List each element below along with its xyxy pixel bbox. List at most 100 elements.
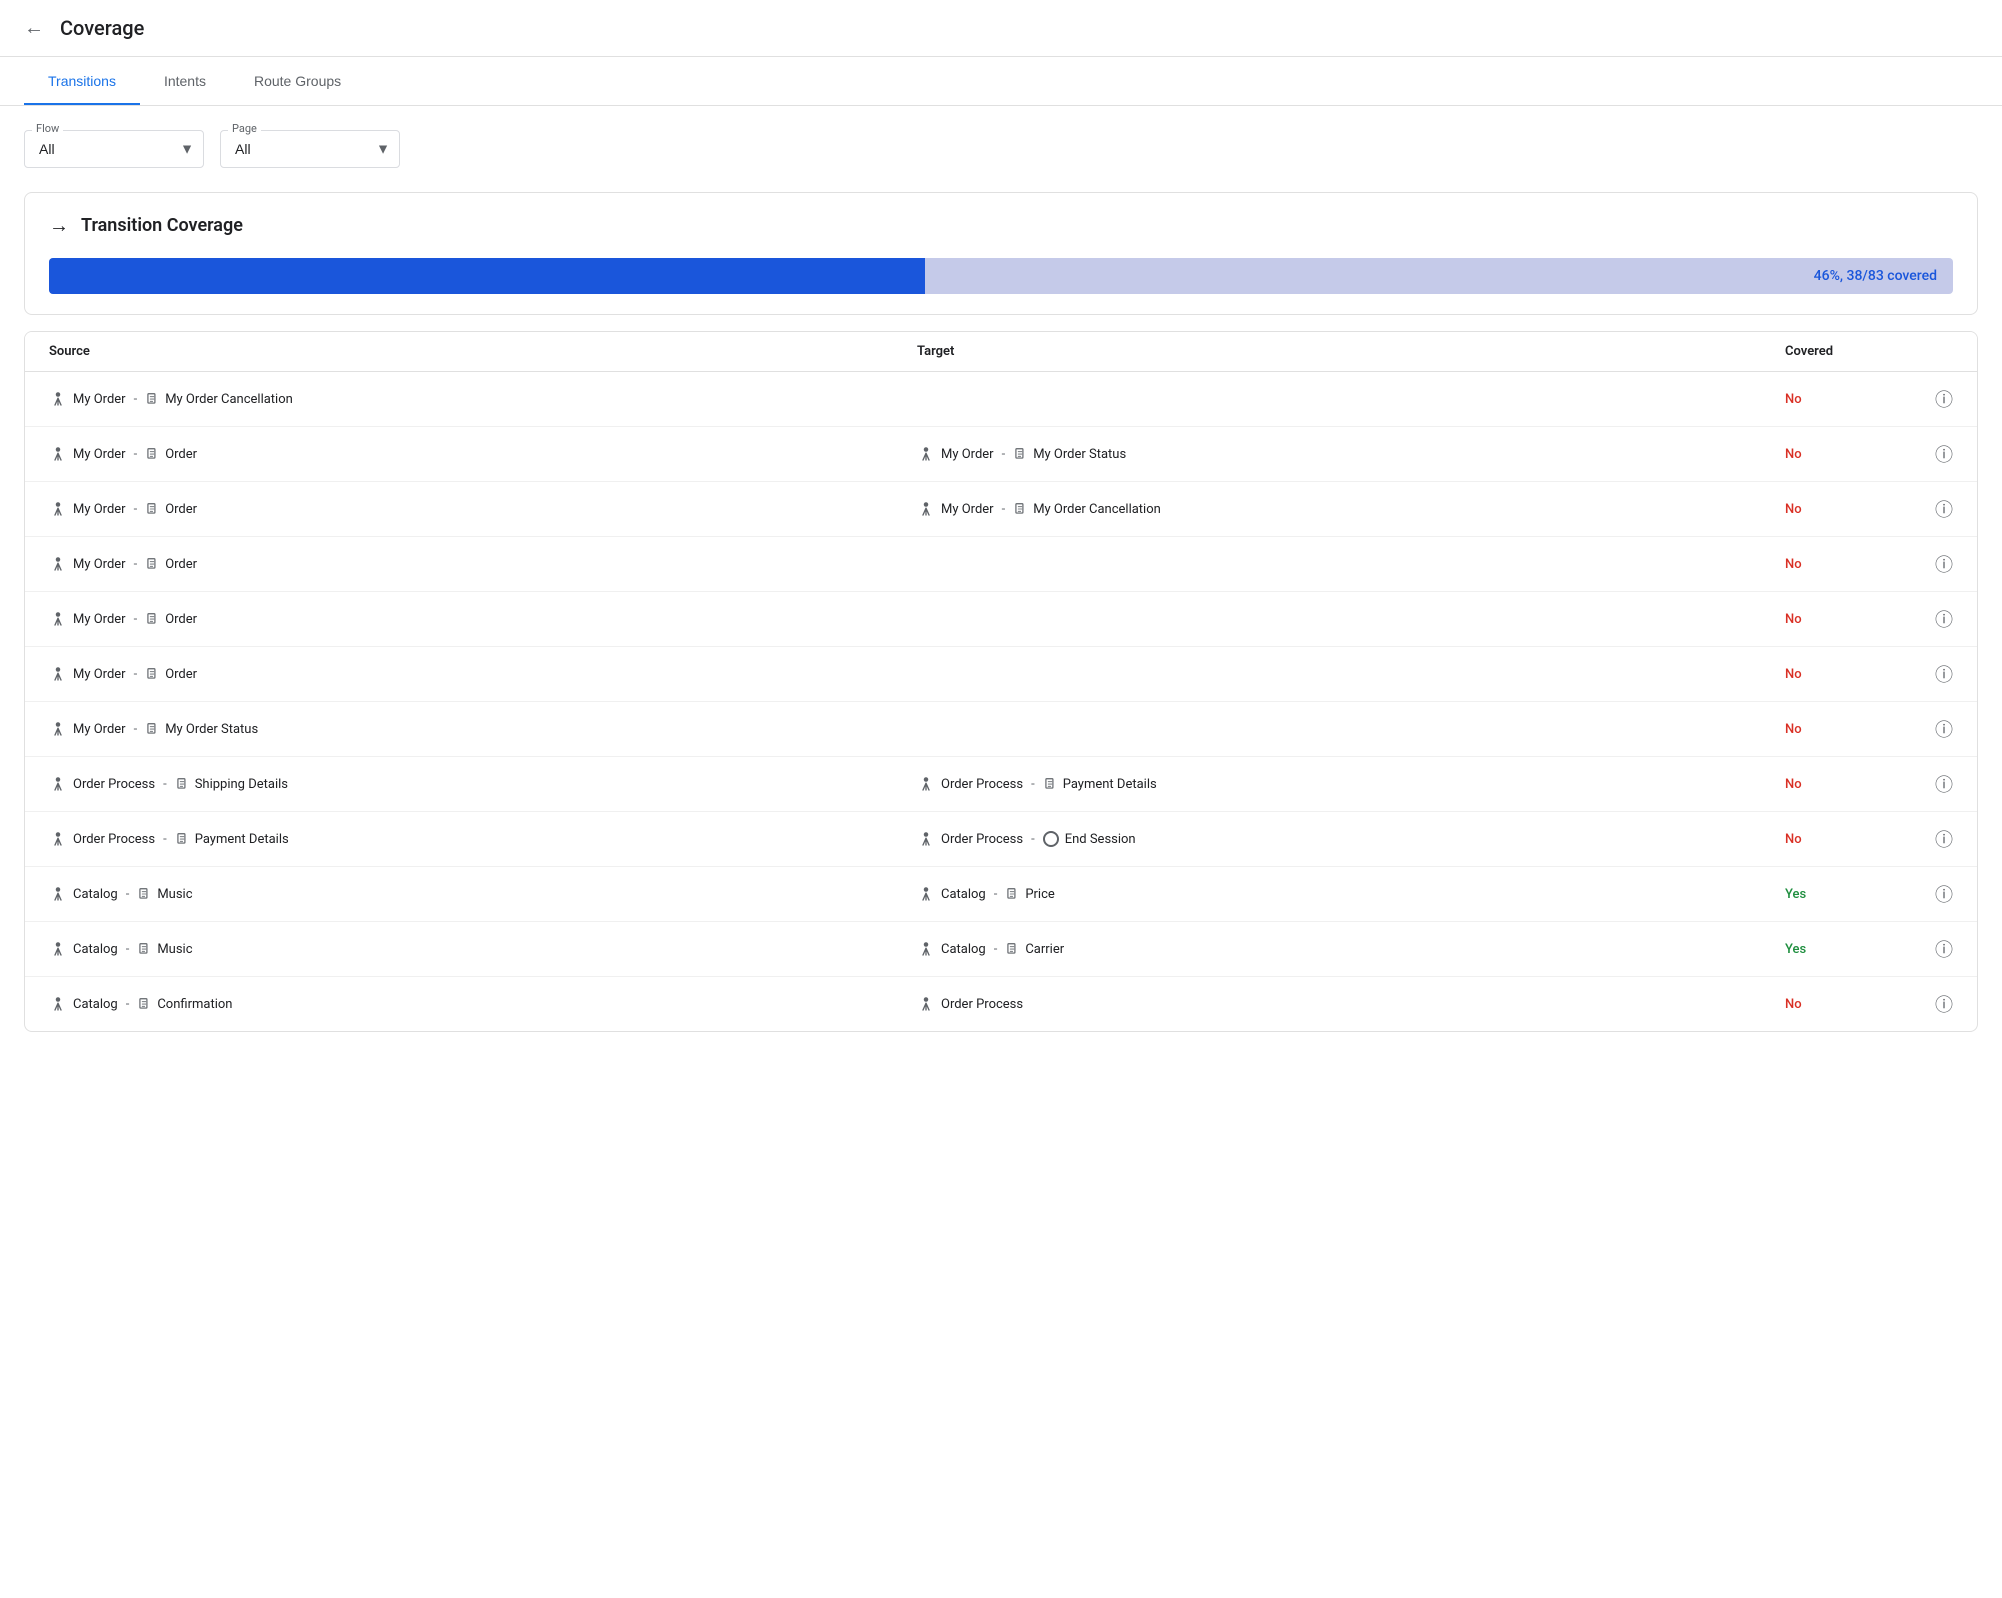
info-icon[interactable]: ⓘ [1935, 771, 1953, 797]
table-row: My Order - Order No ⓘ [25, 592, 1977, 647]
target-flow-name: My Order [941, 502, 994, 517]
progress-bar-fill [49, 258, 925, 294]
source-page-name: Order [165, 502, 197, 517]
target-cell: My Order - My Order Status [917, 445, 1785, 463]
info-cell[interactable]: ⓘ [1905, 496, 1953, 522]
info-icon[interactable]: ⓘ [1935, 716, 1953, 742]
source-flow-name: My Order [73, 722, 126, 737]
info-cell[interactable]: ⓘ [1905, 441, 1953, 467]
source-flow-name: My Order [73, 392, 126, 407]
target-page-name: My Order Cancellation [1033, 502, 1161, 517]
covered-value: No [1785, 557, 1802, 572]
info-cell[interactable]: ⓘ [1905, 551, 1953, 577]
covered-cell: No [1785, 612, 1905, 627]
info-icon[interactable]: ⓘ [1935, 661, 1953, 687]
covered-cell: No [1785, 722, 1905, 737]
source-cell: Catalog - Music [49, 885, 917, 903]
info-cell[interactable]: ⓘ [1905, 606, 1953, 632]
covered-cell: Yes [1785, 887, 1905, 902]
target-cell: Order Process - End Session [917, 830, 1785, 848]
table-row: My Order - Order No ⓘ [25, 537, 1977, 592]
covered-cell: No [1785, 392, 1905, 407]
source-cell: My Order - Order [49, 610, 917, 628]
back-button[interactable]: ← [24, 17, 44, 40]
coverage-title-row: → Transition Coverage [49, 213, 1953, 238]
col-header-target: Target [917, 344, 1785, 359]
info-cell[interactable]: ⓘ [1905, 716, 1953, 742]
info-icon[interactable]: ⓘ [1935, 496, 1953, 522]
col-header-action [1905, 344, 1953, 359]
source-flow-name: Order Process [73, 832, 155, 847]
source-page-name: Order [165, 447, 197, 462]
tab-transitions[interactable]: Transitions [24, 57, 140, 105]
info-cell[interactable]: ⓘ [1905, 826, 1953, 852]
coverage-card: → Transition Coverage 46%, 38/83 covered [24, 192, 1978, 315]
table-row: Order Process - Payment Details Order Pr… [25, 812, 1977, 867]
covered-value: Yes [1785, 887, 1806, 902]
info-cell[interactable]: ⓘ [1905, 386, 1953, 412]
table-row: My Order - My Order Status No ⓘ [25, 702, 1977, 757]
table-row: Catalog - Music Catalog - Price Yes ⓘ [25, 867, 1977, 922]
info-icon[interactable]: ⓘ [1935, 826, 1953, 852]
source-cell: My Order - Order [49, 500, 917, 518]
coverage-card-title: Transition Coverage [81, 215, 243, 236]
source-cell: My Order - Order [49, 555, 917, 573]
covered-cell: Yes [1785, 942, 1905, 957]
covered-value: No [1785, 722, 1802, 737]
source-flow-name: My Order [73, 557, 126, 572]
table-header: Source Target Covered [25, 332, 1977, 372]
source-page-name: Payment Details [195, 832, 289, 847]
info-icon[interactable]: ⓘ [1935, 881, 1953, 907]
target-page-name: My Order Status [1033, 447, 1126, 462]
info-icon[interactable]: ⓘ [1935, 386, 1953, 412]
source-flow-name: Order Process [73, 777, 155, 792]
covered-cell: No [1785, 832, 1905, 847]
col-header-covered: Covered [1785, 344, 1905, 359]
source-cell: Order Process - Shipping Details [49, 775, 917, 793]
source-page-name: Order [165, 667, 197, 682]
info-cell[interactable]: ⓘ [1905, 771, 1953, 797]
target-flow-name: Catalog [941, 942, 986, 957]
col-header-source: Source [49, 344, 917, 359]
source-page-name: My Order Status [165, 722, 258, 737]
table-row: Order Process - Shipping Details Order P… [25, 757, 1977, 812]
transitions-table: Source Target Covered My Order - My Orde… [24, 331, 1978, 1032]
info-cell[interactable]: ⓘ [1905, 881, 1953, 907]
table-row: My Order - My Order Cancellation No ⓘ [25, 372, 1977, 427]
info-icon[interactable]: ⓘ [1935, 606, 1953, 632]
info-icon[interactable]: ⓘ [1935, 551, 1953, 577]
tab-route-groups[interactable]: Route Groups [230, 57, 365, 105]
source-page-name: Music [157, 942, 192, 957]
target-page-name: End Session [1065, 832, 1136, 847]
info-icon[interactable]: ⓘ [1935, 936, 1953, 962]
page-filter-select[interactable]: All [220, 130, 400, 168]
info-cell[interactable]: ⓘ [1905, 936, 1953, 962]
info-icon[interactable]: ⓘ [1935, 991, 1953, 1017]
source-cell: My Order - Order [49, 445, 917, 463]
info-cell[interactable]: ⓘ [1905, 661, 1953, 687]
covered-value: No [1785, 997, 1802, 1012]
target-flow-name: Order Process [941, 777, 1023, 792]
flow-filter-select[interactable]: All [24, 130, 204, 168]
table-body: My Order - My Order Cancellation No ⓘ My… [25, 372, 1977, 1031]
page-filter-group: Page All ▼ [220, 130, 400, 168]
source-flow-name: Catalog [73, 997, 118, 1012]
target-flow-name: Catalog [941, 887, 986, 902]
target-cell: Order Process [917, 995, 1785, 1013]
covered-value: No [1785, 667, 1802, 682]
source-page-name: Confirmation [157, 997, 232, 1012]
covered-cell: No [1785, 997, 1905, 1012]
source-cell: Catalog - Confirmation [49, 995, 917, 1013]
table-row: Catalog - Confirmation Order Process No … [25, 977, 1977, 1031]
table-row: Catalog - Music Catalog - Carrier Yes ⓘ [25, 922, 1977, 977]
source-cell: My Order - Order [49, 665, 917, 683]
info-icon[interactable]: ⓘ [1935, 441, 1953, 467]
source-page-name: Order [165, 557, 197, 572]
target-flow-name: My Order [941, 447, 994, 462]
filters-section: Flow All ▼ Page All ▼ [0, 106, 2002, 184]
target-flow-name: Order Process [941, 997, 1023, 1012]
tab-intents[interactable]: Intents [140, 57, 230, 105]
target-page-name: Carrier [1025, 942, 1064, 957]
source-flow-name: Catalog [73, 942, 118, 957]
info-cell[interactable]: ⓘ [1905, 991, 1953, 1017]
